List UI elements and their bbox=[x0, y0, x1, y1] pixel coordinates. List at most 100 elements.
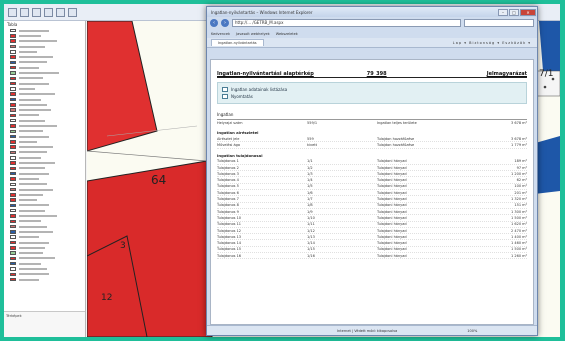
summary-cell: Helyrajzi szám bbox=[217, 121, 243, 125]
pan-icon[interactable] bbox=[32, 7, 41, 17]
layer-label bbox=[19, 241, 49, 244]
print-link-label[interactable]: Nyomtatás bbox=[231, 94, 253, 99]
table-cell: 2 470 m² bbox=[511, 228, 527, 233]
table-cell: Tulajdonos 8 bbox=[217, 203, 239, 208]
layer-swatch-icon bbox=[10, 113, 16, 118]
layer-item[interactable] bbox=[4, 277, 85, 282]
table-cell: Tulajdoni hányad bbox=[377, 159, 407, 164]
layer-swatch-icon bbox=[10, 76, 16, 81]
layer-swatch-icon bbox=[10, 214, 16, 218]
select-icon[interactable] bbox=[56, 7, 65, 17]
layer-label bbox=[19, 162, 55, 165]
list-link-label[interactable]: Ingatlan adatainak listázása bbox=[231, 87, 287, 92]
legend-link[interactable]: Jelmagyarázat bbox=[487, 71, 527, 77]
layer-label bbox=[19, 93, 55, 96]
layer-panel-footer: Térképek bbox=[4, 311, 85, 337]
layer-swatch-icon bbox=[10, 251, 16, 255]
print-link[interactable]: Nyomtatás bbox=[222, 93, 522, 100]
table-cell: Tulajdonos 14 bbox=[217, 241, 242, 246]
command-bar[interactable]: Lap ▾ Biztonság ▾ Eszközök ▾ bbox=[453, 41, 537, 45]
table-cell: 1/5 bbox=[307, 184, 313, 189]
table-cell: Tulajdonos 16 bbox=[217, 253, 242, 258]
layer-swatch-icon bbox=[10, 145, 16, 149]
table-cell: 1 500 m² bbox=[511, 247, 527, 252]
favorites-item[interactable]: Javasolt webhelyek bbox=[236, 32, 270, 36]
report-header: Ingatlan-nyilvántartási alaptérkép 79_39… bbox=[217, 66, 527, 78]
layer-swatch-icon bbox=[10, 267, 16, 271]
url-field[interactable]: http://... /GETRB_M.aspx bbox=[232, 19, 461, 27]
table-cell: 1 500 m² bbox=[511, 215, 527, 220]
layer-label bbox=[19, 246, 45, 249]
back-icon[interactable]: ‹ bbox=[210, 19, 218, 27]
layer-swatch-icon bbox=[10, 34, 16, 38]
tab-bar: Ingatlan-nyilvántartás Lap ▾ Biztonság ▾… bbox=[207, 38, 537, 48]
table-cell: Tulajdoni hányad bbox=[377, 171, 407, 176]
table-cell: 1 779 m² bbox=[511, 142, 527, 147]
layer-label bbox=[19, 278, 39, 281]
table-cell: Tulajdonos 12 bbox=[217, 228, 242, 233]
layer-label bbox=[19, 215, 57, 218]
zoom-level[interactable]: 100% bbox=[467, 329, 477, 333]
measure-icon[interactable] bbox=[68, 7, 77, 17]
maximize-icon[interactable]: □ bbox=[509, 8, 519, 16]
layer-swatch-icon bbox=[10, 219, 16, 224]
identify-icon[interactable] bbox=[44, 7, 53, 17]
layer-label bbox=[19, 151, 47, 154]
table-cell: Tulajdonos 9 bbox=[217, 209, 239, 214]
layer-swatch-icon bbox=[10, 103, 16, 107]
report-title[interactable]: Ingatlan-nyilvántartási alaptérkép bbox=[217, 71, 367, 77]
zoom-out-icon[interactable] bbox=[20, 7, 29, 17]
layer-swatch-icon bbox=[10, 277, 16, 282]
table-cell: Művelési ága bbox=[217, 142, 241, 147]
list-link[interactable]: Ingatlan adatainak listázása bbox=[222, 86, 522, 93]
favorites-item[interactable]: Webszeletek bbox=[276, 32, 298, 36]
report-id[interactable]: 79_398 bbox=[367, 71, 487, 77]
layer-panel: Tabla Térképek bbox=[4, 21, 86, 337]
close-icon[interactable]: ✕ bbox=[520, 8, 536, 16]
table-cell: 1/4 bbox=[307, 178, 313, 183]
table-cell: 1/16 bbox=[307, 253, 315, 258]
layer-swatch-icon bbox=[10, 193, 16, 197]
layer-swatch-icon bbox=[10, 81, 16, 86]
parcel-label-3: 3 bbox=[120, 241, 126, 251]
table-cell: Tulajdoni hányad bbox=[377, 234, 407, 239]
table-cell: Tulajdoni hányad bbox=[377, 241, 407, 246]
layer-label bbox=[19, 82, 49, 85]
table-cell: 1/15 bbox=[307, 247, 315, 252]
layer-label bbox=[19, 45, 45, 48]
search-input[interactable] bbox=[464, 19, 534, 27]
layer-swatch-icon bbox=[10, 156, 16, 160]
table-cell: Tulajdoni hányad bbox=[377, 178, 407, 183]
layer-swatch-icon bbox=[10, 124, 16, 128]
forward-icon[interactable]: › bbox=[221, 19, 229, 27]
layer-swatch-icon bbox=[10, 28, 16, 33]
layer-swatch-icon bbox=[10, 235, 16, 239]
table-cell: 1/11 bbox=[307, 222, 315, 227]
minimize-icon[interactable]: – bbox=[498, 8, 508, 16]
layer-panel-footer-label: Térképek bbox=[6, 314, 22, 318]
layer-label bbox=[19, 177, 39, 180]
favorites-item[interactable]: Kedvencek bbox=[211, 32, 230, 36]
parcel-polygon[interactable] bbox=[87, 160, 213, 337]
table-cell: 3 678 m² bbox=[511, 136, 527, 141]
action-links: Ingatlan adatainak listázása Nyomtatás bbox=[217, 82, 527, 104]
layer-label bbox=[19, 236, 39, 239]
layer-swatch-icon bbox=[10, 272, 16, 277]
layer-label bbox=[19, 61, 47, 64]
table-cell: 1/2 bbox=[307, 165, 313, 170]
table-cell: 1 400 m² bbox=[511, 234, 527, 239]
status-bar: Internet | Védett mód: kikapcsolva 100% bbox=[207, 325, 537, 335]
table-cell: Tulajdonos 13 bbox=[217, 234, 242, 239]
layer-swatch-icon bbox=[10, 108, 16, 112]
layer-label bbox=[19, 29, 49, 32]
layer-swatch-icon bbox=[10, 150, 16, 155]
table-cell: Tulajdonos 7 bbox=[217, 197, 239, 202]
table-cell: Tulajdonos 11 bbox=[217, 222, 242, 227]
zoom-in-icon[interactable] bbox=[8, 7, 17, 17]
layer-panel-title: Tabla bbox=[7, 22, 18, 27]
table-cell: 1/14 bbox=[307, 241, 315, 246]
layer-label bbox=[19, 124, 57, 127]
layer-swatch-icon bbox=[10, 208, 16, 213]
table-cell: 1 620 m² bbox=[511, 222, 527, 227]
tab-active[interactable]: Ingatlan-nyilvántartás bbox=[211, 39, 264, 46]
